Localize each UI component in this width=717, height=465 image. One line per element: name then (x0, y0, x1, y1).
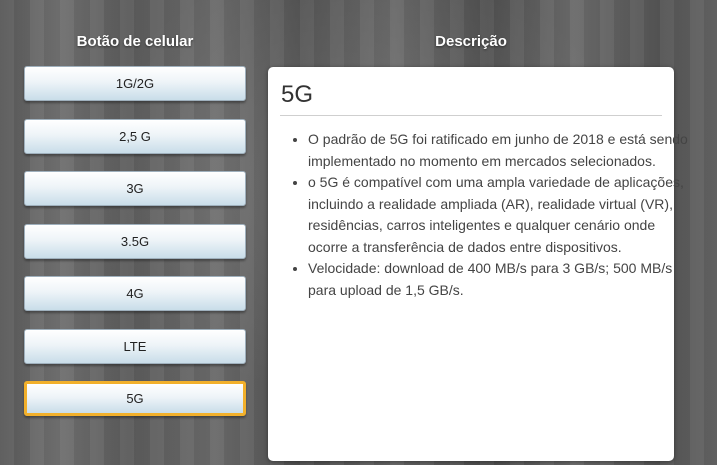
button-2-5g[interactable]: 2,5 G (24, 118, 246, 154)
button-lte[interactable]: LTE (24, 328, 246, 364)
description-column-header: Descrição (435, 33, 507, 50)
cellular-button-list: 1G/2G 2,5 G 3G 3.5G 4G LTE 5G (24, 66, 246, 434)
bullet-item: O padrão de 5G foi ratificado em junho d… (308, 129, 688, 172)
buttons-column-header: Botão de celular (76, 33, 194, 50)
bullet-item: Velocidade: download de 400 MB/s para 3 … (308, 258, 688, 301)
button-3g[interactable]: 3G (24, 171, 246, 206)
bullet-item: o 5G é compatível com uma ampla variedad… (308, 172, 688, 258)
description-panel: 5G O padrão de 5G foi ratificado em junh… (268, 67, 688, 461)
button-3-5g[interactable]: 3.5G (24, 223, 246, 259)
panel-title: 5G (281, 81, 314, 108)
button-1g-2g[interactable]: 1G/2G (24, 66, 246, 101)
button-4g[interactable]: 4G (24, 276, 246, 311)
panel-divider (280, 115, 662, 116)
description-bullets: O padrão de 5G foi ratificado em junho d… (286, 129, 688, 301)
button-5g[interactable]: 5G (24, 381, 246, 416)
